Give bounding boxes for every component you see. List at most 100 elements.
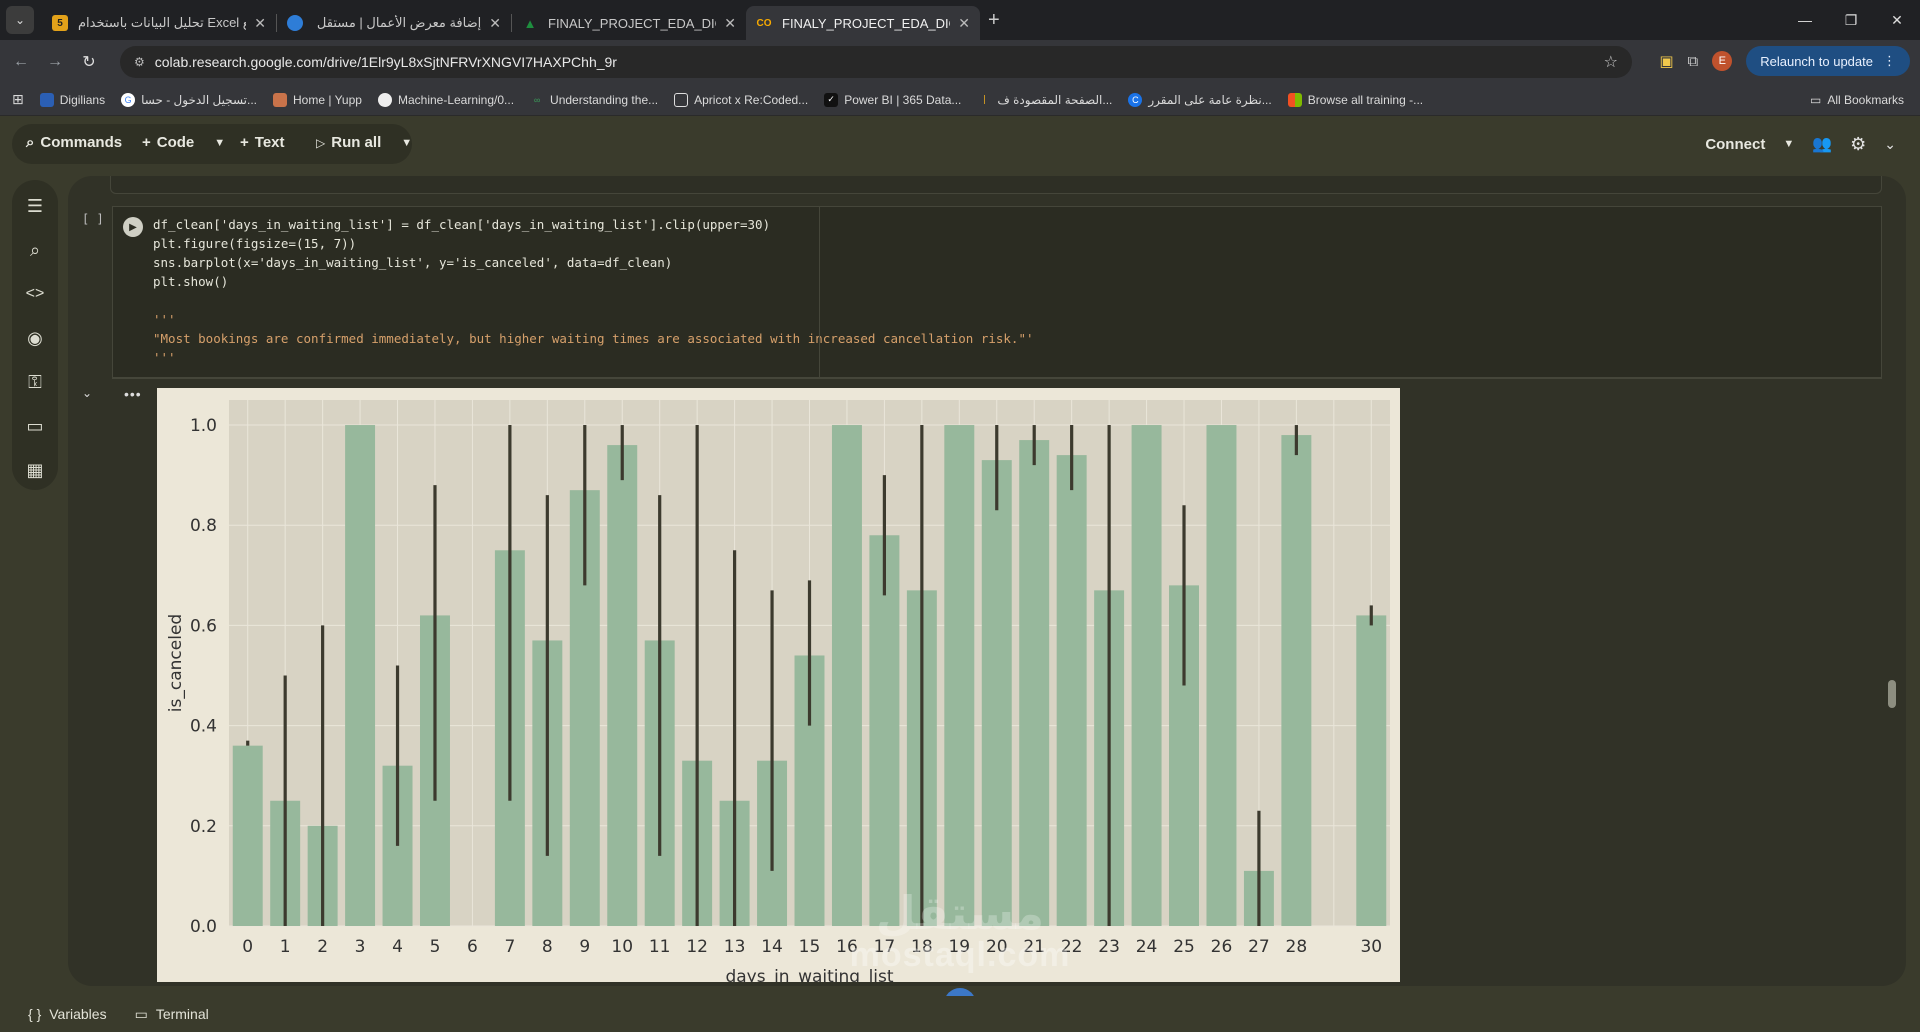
connect-button[interactable]: Connect ▼ bbox=[1705, 136, 1794, 153]
code-snippets-icon[interactable]: <> bbox=[23, 282, 47, 306]
bookmark-machine-learning[interactable]: Machine-Learning/0... bbox=[377, 92, 514, 107]
x-tick-label: 30 bbox=[1360, 937, 1382, 957]
all-bookmarks[interactable]: ▭ All Bookmarks bbox=[1810, 93, 1904, 107]
x-tick-label: 27 bbox=[1248, 937, 1270, 957]
tab-search-button[interactable]: ⌄ bbox=[6, 6, 34, 34]
variables-inspector-icon[interactable]: ◉ bbox=[23, 326, 47, 350]
forward-arrow-icon[interactable]: → bbox=[38, 53, 72, 71]
profile-avatar[interactable]: E bbox=[1712, 51, 1733, 71]
commands-button[interactable]: ⌕ Commands bbox=[26, 134, 122, 151]
variables-label: Variables bbox=[49, 1006, 107, 1022]
back-arrow-icon[interactable]: ← bbox=[4, 53, 38, 71]
x-tick-label: 28 bbox=[1286, 937, 1308, 957]
bookmark-label: Understanding the... bbox=[550, 92, 659, 107]
bookmark-label: تسجيل الدخول - حسا... bbox=[141, 92, 258, 107]
apps-grid-icon[interactable]: ⊞ bbox=[12, 91, 24, 108]
bookmark-label: Power BI | 365 Data... bbox=[844, 92, 962, 107]
kebab-menu-icon: ⋮ bbox=[1883, 53, 1896, 68]
extensions-puzzle-icon[interactable]: ⧉ bbox=[1688, 53, 1699, 70]
add-code-button[interactable]: + Code ▼ bbox=[142, 134, 225, 151]
terminal-button[interactable]: ▭ Terminal bbox=[135, 1006, 209, 1023]
bookmark-label: Apricot x Re:Coded... bbox=[694, 92, 809, 107]
mostaql-watermark: مستقل mostaql.com bbox=[840, 890, 1080, 975]
x-tick-label: 13 bbox=[724, 937, 746, 957]
close-icon[interactable]: ✕ bbox=[958, 15, 970, 32]
address-bar[interactable]: ⚙ colab.research.google.com/drive/1Elr9y… bbox=[120, 46, 1632, 78]
chevron-down-icon[interactable]: ▼ bbox=[214, 137, 225, 149]
close-icon[interactable]: ✕ bbox=[254, 15, 266, 32]
bookmark-landing-page[interactable]: ❘ الصفحة المقصودة ف... bbox=[977, 93, 1113, 107]
bookmark-yupp[interactable]: Home | Yupp bbox=[273, 92, 362, 107]
chevron-down-icon[interactable]: ▼ bbox=[401, 137, 412, 149]
share-people-icon[interactable]: 👥 bbox=[1812, 134, 1832, 154]
y-tick-label: 0.8 bbox=[190, 516, 217, 536]
bar bbox=[831, 425, 862, 926]
tab-title: تحليل البيانات باستخدام Excel مع bbox=[78, 15, 246, 30]
checkmark-icon: ✓ bbox=[824, 92, 839, 107]
braces-icon: { } bbox=[28, 1006, 42, 1022]
bar bbox=[345, 425, 376, 926]
browser-tab-drive[interactable]: ▲ FINALY_PROJECT_EDA_DIGILIAN ✕ bbox=[512, 6, 746, 40]
code-cell[interactable]: ▶ df_clean['days_in_waiting_list'] = df_… bbox=[112, 206, 1882, 379]
close-icon[interactable]: ✕ bbox=[724, 15, 736, 32]
code-editor[interactable]: df_clean['days_in_waiting_list'] = df_cl… bbox=[153, 215, 1034, 367]
folder-icon: ▭ bbox=[1809, 92, 1822, 107]
play-icon: ▷ bbox=[316, 135, 326, 150]
bookmark-browse-training[interactable]: Browse all training -... bbox=[1287, 92, 1424, 107]
minimize-icon[interactable]: — bbox=[1782, 0, 1828, 40]
bar bbox=[1281, 435, 1312, 926]
bookmarks-bar: ⊞ Digilians G تسجيل الدخول - حسا... Home … bbox=[0, 84, 1920, 116]
previous-cell-edge bbox=[110, 176, 1882, 194]
bookmark-course-overview[interactable]: C نظرة عامة على المقرر... bbox=[1128, 92, 1272, 107]
browser-tab-bar: ⌄ 5 تحليل البيانات باستخدام Excel مع ✕ إ… bbox=[0, 0, 1920, 40]
restore-icon[interactable]: ❐ bbox=[1828, 0, 1874, 40]
browser-toolbar: ← → ↻ ⚙ colab.research.google.com/drive/… bbox=[0, 40, 1920, 84]
bookmark-powerbi[interactable]: ✓ Power BI | 365 Data... bbox=[824, 92, 962, 107]
variables-button[interactable]: { } Variables bbox=[28, 1006, 107, 1022]
excel-favicon-icon: 5 bbox=[52, 15, 68, 31]
google-drive-favicon-icon: ▲ bbox=[523, 15, 537, 31]
bookmark-apricot[interactable]: Apricot x Re:Coded... bbox=[674, 92, 809, 107]
table-of-contents-icon[interactable]: ☰ bbox=[23, 194, 47, 218]
close-icon[interactable]: ✕ bbox=[489, 15, 501, 32]
output-more-options-icon[interactable]: ••• bbox=[124, 386, 142, 402]
browser-tab-mostaql[interactable]: إضافة معرض الأعمال | مستقل ✕ bbox=[277, 6, 511, 40]
find-replace-icon[interactable]: ⌕ bbox=[23, 238, 47, 262]
yupp-icon bbox=[273, 92, 288, 107]
reload-icon[interactable]: ↻ bbox=[72, 52, 106, 72]
bookmark-login[interactable]: G تسجيل الدخول - حسا... bbox=[121, 92, 258, 107]
x-tick-label: 14 bbox=[761, 937, 783, 957]
run-cell-play-icon[interactable]: ▶ bbox=[123, 217, 143, 237]
x-tick-label: 11 bbox=[649, 937, 671, 957]
site-info-icon[interactable]: ⚙ bbox=[134, 55, 145, 69]
x-tick-label: 2 bbox=[317, 937, 328, 957]
new-tab-plus-icon[interactable]: + bbox=[988, 9, 1000, 32]
collapse-chevron-icon[interactable]: ⌄ bbox=[1884, 136, 1896, 153]
bookmark-label: Digilians bbox=[59, 92, 106, 107]
add-text-button[interactable]: + Text bbox=[240, 134, 285, 151]
relaunch-to-update-button[interactable]: Relaunch to update ⋮ bbox=[1746, 46, 1910, 76]
secrets-key-icon[interactable]: ⚿ bbox=[23, 370, 47, 394]
gear-icon[interactable]: ⚙ bbox=[1850, 134, 1866, 155]
browser-tab-colab-active[interactable]: CO FINALY_PROJECT_EDA_DIGILIAN ✕ bbox=[746, 6, 980, 40]
search-icon: ⌕ bbox=[26, 134, 35, 151]
data-table-icon[interactable]: ▦ bbox=[23, 458, 47, 482]
output-collapse-chevron-icon[interactable]: ⌄ bbox=[82, 386, 92, 400]
notebook-scrollbar-thumb[interactable] bbox=[1888, 680, 1896, 708]
y-tick-label: 0.4 bbox=[190, 717, 217, 737]
run-all-button[interactable]: ▷ Run all ▼ bbox=[316, 134, 412, 151]
bar bbox=[232, 745, 263, 926]
bookmark-understanding[interactable]: ∞ Understanding the... bbox=[530, 93, 658, 107]
files-folder-icon[interactable]: ▭ bbox=[23, 414, 47, 438]
code-line: plt.show() bbox=[153, 274, 229, 289]
colab-favicon-icon: CO bbox=[756, 17, 772, 29]
bookmark-digilians[interactable]: Digilians bbox=[39, 92, 106, 107]
x-tick-label: 0 bbox=[242, 937, 253, 957]
bookmark-label: Browse all training -... bbox=[1307, 92, 1424, 107]
bar bbox=[1206, 425, 1237, 926]
y-tick-label: 0.2 bbox=[190, 817, 217, 837]
bookmark-star-icon[interactable]: ☆ bbox=[1604, 52, 1618, 72]
browser-tab-excel[interactable]: 5 تحليل البيانات باستخدام Excel مع ✕ bbox=[42, 6, 276, 40]
extension-badge-icon[interactable]: ▣ bbox=[1659, 52, 1673, 70]
window-close-icon[interactable]: ✕ bbox=[1874, 0, 1920, 40]
